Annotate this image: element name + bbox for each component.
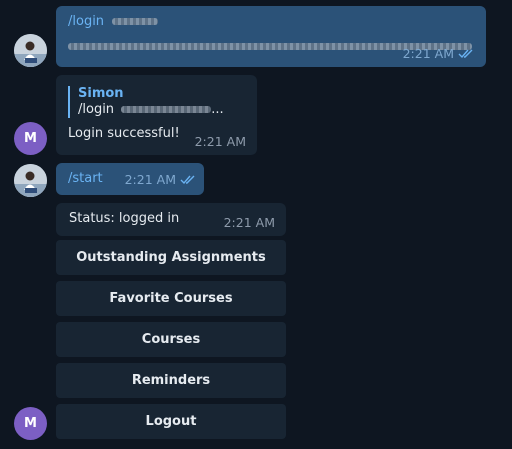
command-link[interactable]: /login xyxy=(68,14,104,29)
button-label: Favorite Courses xyxy=(109,291,233,306)
bot-avatar[interactable]: M xyxy=(14,122,47,155)
double-check-icon xyxy=(180,175,195,185)
message-text: Status: logged in xyxy=(69,211,180,226)
redacted-text xyxy=(112,18,159,25)
user-photo-icon xyxy=(14,34,47,67)
double-check-icon xyxy=(458,49,473,59)
user-avatar[interactable] xyxy=(14,34,47,67)
button-label: Outstanding Assignments xyxy=(76,250,266,265)
message-time: 2:21 AM xyxy=(223,215,275,230)
button-label: Logout xyxy=(145,414,197,429)
user-photo-icon xyxy=(14,164,47,197)
outstanding-assignments-button[interactable]: Outstanding Assignments xyxy=(56,240,286,275)
message-bubble-start[interactable]: /start 2:21 AM xyxy=(56,163,204,195)
reply-author: Simon xyxy=(78,86,124,101)
redacted-text xyxy=(121,106,212,113)
reply-ellipsis: ... xyxy=(211,102,224,117)
avatar-letter: M xyxy=(24,131,37,146)
button-label: Reminders xyxy=(131,373,211,388)
reply-text: /login xyxy=(78,102,115,117)
message-bubble-login-reply[interactable]: Simon /login ... Login successful! 2:21 … xyxy=(56,75,257,155)
message-time: 2:21 AM xyxy=(402,46,454,61)
logout-button[interactable]: Logout xyxy=(56,404,286,439)
reminders-button[interactable]: Reminders xyxy=(56,363,286,398)
message-time: 2:21 AM xyxy=(194,134,246,149)
favorite-courses-button[interactable]: Favorite Courses xyxy=(56,281,286,316)
bot-avatar[interactable]: M xyxy=(14,407,47,440)
reply-quote[interactable]: Simon /login ... xyxy=(68,86,245,118)
command-link[interactable]: /start xyxy=(68,171,103,186)
user-avatar[interactable] xyxy=(14,164,47,197)
message-time: 2:21 AM xyxy=(124,172,176,187)
avatar-letter: M xyxy=(24,416,37,431)
courses-button[interactable]: Courses xyxy=(56,322,286,357)
message-bubble-status[interactable]: Status: logged in 2:21 AM xyxy=(56,203,286,236)
message-bubble-login[interactable]: /login 2:21 AM xyxy=(56,6,486,67)
button-label: Courses xyxy=(141,332,201,347)
